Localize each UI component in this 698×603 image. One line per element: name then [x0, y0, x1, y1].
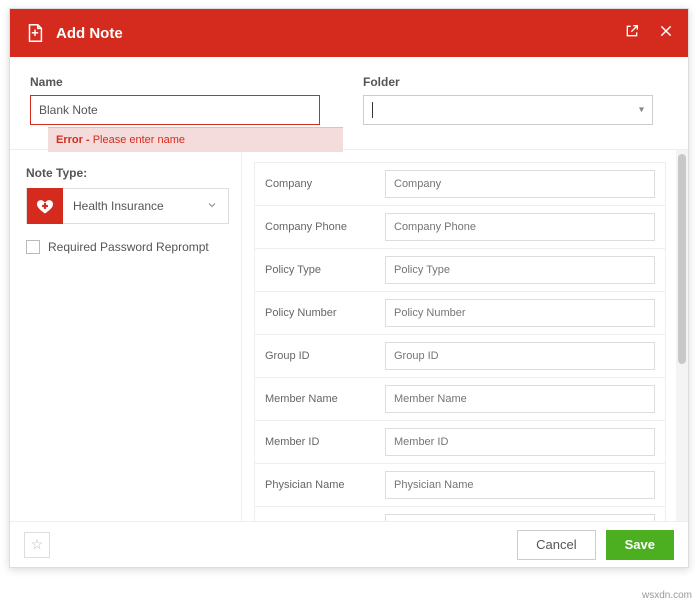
- name-label: Name: [30, 75, 335, 89]
- field-label: Policy Type: [255, 264, 385, 276]
- field-row: Member Name: [254, 377, 666, 421]
- scrollbar-thumb[interactable]: [678, 154, 686, 364]
- field-input[interactable]: [385, 428, 655, 456]
- health-icon: [27, 188, 63, 224]
- left-panel: Note Type: Health Insurance Required Pas…: [10, 150, 242, 521]
- name-input[interactable]: [30, 95, 320, 125]
- dialog-footer: ☆ Cancel Save: [10, 521, 688, 567]
- field-label: Member ID: [255, 436, 385, 448]
- field-label: Member Name: [255, 393, 385, 405]
- field-label: Company: [255, 178, 385, 190]
- note-plus-icon: [24, 22, 46, 44]
- folder-label: Folder: [363, 75, 668, 89]
- dialog-title: Add Note: [56, 25, 624, 42]
- field-label: Company Phone: [255, 221, 385, 233]
- save-button[interactable]: Save: [606, 530, 674, 560]
- field-input[interactable]: [385, 256, 655, 284]
- field-label: Policy Number: [255, 307, 385, 319]
- favorite-star-icon[interactable]: ☆: [24, 532, 50, 558]
- field-label: Group ID: [255, 350, 385, 362]
- field-input[interactable]: [385, 213, 655, 241]
- scrollbar[interactable]: [676, 150, 688, 521]
- fields-list: Company Company Phone Policy Type Policy Nu…: [242, 150, 676, 521]
- chevron-down-icon: ▾: [639, 105, 644, 116]
- field-row: Group ID: [254, 334, 666, 378]
- note-type-select[interactable]: Health Insurance: [26, 188, 229, 224]
- field-row: Physician Name: [254, 463, 666, 507]
- reprompt-label: Required Password Reprompt: [48, 240, 209, 254]
- field-input[interactable]: [385, 342, 655, 370]
- field-input[interactable]: [385, 170, 655, 198]
- field-row: Policy Number: [254, 291, 666, 335]
- field-row: Policy Type: [254, 248, 666, 292]
- chevron-down-icon: [196, 199, 228, 214]
- popout-icon[interactable]: [624, 23, 640, 44]
- field-row: Company Phone: [254, 205, 666, 249]
- field-input[interactable]: [385, 385, 655, 413]
- close-icon[interactable]: [658, 23, 674, 44]
- folder-select[interactable]: ▾: [363, 95, 653, 125]
- cancel-button[interactable]: Cancel: [517, 530, 595, 560]
- field-label: Physician Name: [255, 479, 385, 491]
- name-error: Error - Please enter name: [48, 127, 343, 152]
- field-row: Physician Phone: [254, 506, 666, 521]
- dialog-header: Add Note: [10, 9, 688, 57]
- add-note-dialog: Add Note Name Folder ▾: [9, 8, 689, 568]
- field-row: Member ID: [254, 420, 666, 464]
- field-input[interactable]: [385, 471, 655, 499]
- note-type-value: Health Insurance: [63, 199, 196, 213]
- field-input[interactable]: [385, 514, 655, 521]
- note-type-label: Note Type:: [26, 166, 229, 180]
- checkbox-icon[interactable]: [26, 240, 40, 254]
- field-row: Company: [254, 162, 666, 206]
- field-input[interactable]: [385, 299, 655, 327]
- watermark: wsxdn.com: [642, 590, 692, 601]
- reprompt-checkbox-row[interactable]: Required Password Reprompt: [26, 240, 229, 254]
